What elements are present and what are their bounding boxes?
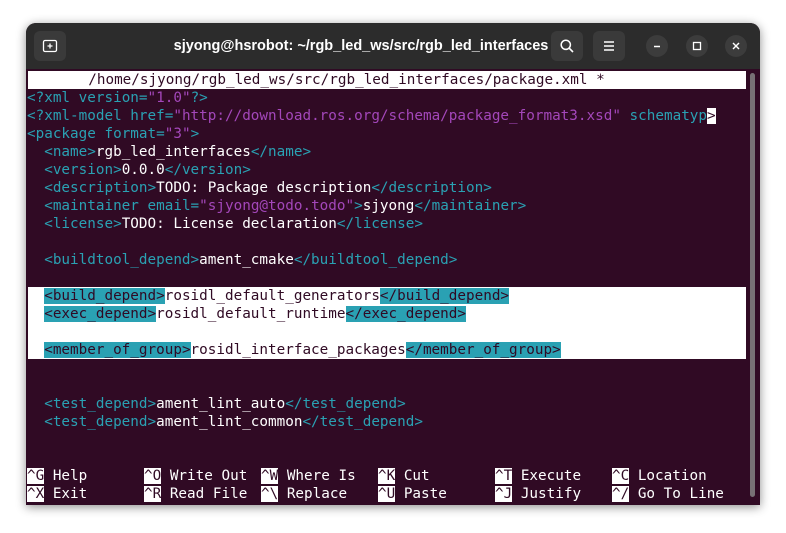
shortcut-exit[interactable]: ^X Exit [27,485,87,503]
shortcut-execute[interactable]: ^T Execute [495,467,581,485]
terminal-area[interactable]: /home/sjyong/rgb_led_ws/src/rgb_led_inte… [26,69,760,505]
code-line-description: <description>TODO: Package description</… [27,180,492,196]
shortcut-help[interactable]: ^G Help [27,467,87,485]
search-icon [560,39,574,53]
shortcut-where-is[interactable]: ^W Where Is [261,467,356,485]
title-bar: sjyong@hsrobot: ~/rgb_led_ws/src/rgb_led… [26,23,760,69]
scrollbar[interactable] [750,73,755,497]
code-line-xml-decl: <?xml version="1.0"?> [27,90,208,106]
minimize-button[interactable] [646,35,668,57]
new-tab-button[interactable] [34,31,66,61]
code-line-name: <name>rgb_led_interfaces</name> [27,144,312,160]
code-line-package-open: <package format="3"> [27,126,200,142]
minimize-icon [654,45,660,48]
code-line-test-depend-1: <test_depend>ament_lint_auto</test_depen… [27,396,406,412]
code-line-version: <version>0.0.0</version> [27,162,251,178]
code-line-exec-depend: <exec_depend>rosidl_default_runtime</exe… [44,306,467,322]
terminal-window: sjyong@hsrobot: ~/rgb_led_ws/src/rgb_led… [26,23,760,505]
shortcut-paste[interactable]: ^U Paste [378,485,447,503]
close-button[interactable] [725,35,747,57]
code-line-maintainer: <maintainer email="sjyong@todo.todo">sjy… [27,198,527,214]
shortcut-read-file[interactable]: ^R Read File [144,485,247,503]
code-line-test-depend-2: <test_depend>ament_lint_common</test_dep… [27,414,423,430]
new-tab-icon [42,39,58,53]
close-icon [732,42,740,50]
code-line-xml-model: <?xml-model href="http://download.ros.or… [27,108,716,124]
shortcut-replace[interactable]: ^\ Replace [261,485,347,503]
shortcut-justify[interactable]: ^J Justify [495,485,581,503]
code-line-buildtool-depend: <buildtool_depend>ament_cmake</buildtool… [27,252,458,268]
maximize-button[interactable] [686,35,708,57]
shortcut-cut[interactable]: ^K Cut [378,467,430,485]
search-button[interactable] [551,31,583,61]
window-title: sjyong@hsrobot: ~/rgb_led_ws/src/rgb_led… [173,38,549,54]
code-line-build-depend: <build_depend>rosidl_default_generators<… [44,288,510,304]
nano-file-header: /home/sjyong/rgb_led_ws/src/rgb_led_inte… [28,71,746,89]
shortcut-go-to-line[interactable]: ^/ Go To Line [612,485,724,503]
code-line-license: <license>TODO: License declaration</lice… [27,216,423,232]
code-line-member-of-group: <member_of_group>rosidl_interface_packag… [44,342,561,358]
shortcut-location[interactable]: ^C Location [612,467,707,485]
maximize-icon [692,41,702,51]
hamburger-menu-icon [604,41,614,51]
shortcut-write-out[interactable]: ^O Write Out [144,467,247,485]
menu-button[interactable] [593,31,625,61]
